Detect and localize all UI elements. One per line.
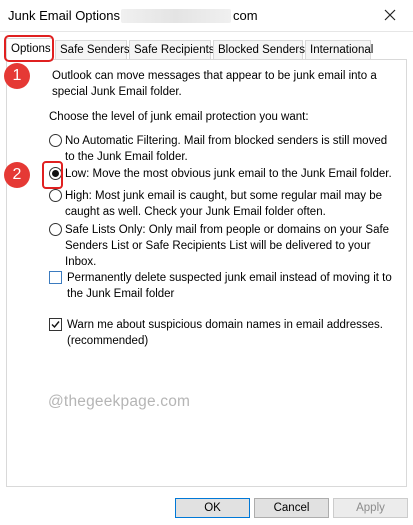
radio-button[interactable] [49,134,62,147]
step-1-badge: 1 [4,63,30,89]
title-bar: Junk Email Options - com [0,0,413,32]
apply-button[interactable]: Apply [333,498,408,518]
window-title-suffix: com [233,8,258,23]
permanently-delete-checkbox[interactable]: Permanently delete suspected junk email … [49,270,401,302]
tab-safe-senders[interactable]: Safe Senders [55,40,130,60]
checkbox[interactable] [49,318,62,331]
close-icon [384,9,396,21]
radio-button[interactable] [49,167,62,180]
radio-safe-lists-only[interactable]: Safe Lists Only: Only mail from people o… [49,222,399,270]
checkbox[interactable] [49,271,62,284]
radio-low[interactable]: Low: Move the most obvious junk email to… [49,166,399,182]
tab-options[interactable]: Options [6,38,53,61]
close-button[interactable] [379,4,401,26]
checkmark-icon [51,321,60,329]
checkbox-label: Permanently delete suspected junk email … [67,272,392,300]
level-prompt: Choose the level of junk email protectio… [49,111,309,123]
ok-button[interactable]: OK [175,498,250,518]
radio-label: Low: Move the most obvious junk email to… [65,168,392,180]
radio-no-filtering[interactable]: No Automatic Filtering. Mail from blocke… [49,133,399,165]
watermark: @thegeekpage.com [48,393,191,410]
radio-label: High: Most junk email is caught, but som… [65,190,383,218]
radio-label: No Automatic Filtering. Mail from blocke… [65,135,388,163]
tab-safe-recipients[interactable]: Safe Recipients [129,40,215,60]
radio-button[interactable] [49,223,62,236]
cancel-button[interactable]: Cancel [254,498,329,518]
checkbox-label: Warn me about suspicious domain names in… [67,319,383,347]
warn-domains-checkbox[interactable]: Warn me about suspicious domain names in… [49,317,401,349]
intro-text: Outlook can move messages that appear to… [52,70,377,98]
tab-bar: Options Safe Senders Safe Recipients Blo… [6,38,406,61]
radio-high[interactable]: High: Most junk email is caught, but som… [49,188,399,220]
redacted-account [121,9,231,23]
step-2-badge: 2 [4,162,30,188]
radio-button[interactable] [49,189,62,202]
window-title: Junk Email Options - [8,8,128,23]
tab-international[interactable]: International [305,40,373,60]
tab-blocked-senders[interactable]: Blocked Senders [213,40,305,60]
radio-label: Safe Lists Only: Only mail from people o… [65,224,390,268]
